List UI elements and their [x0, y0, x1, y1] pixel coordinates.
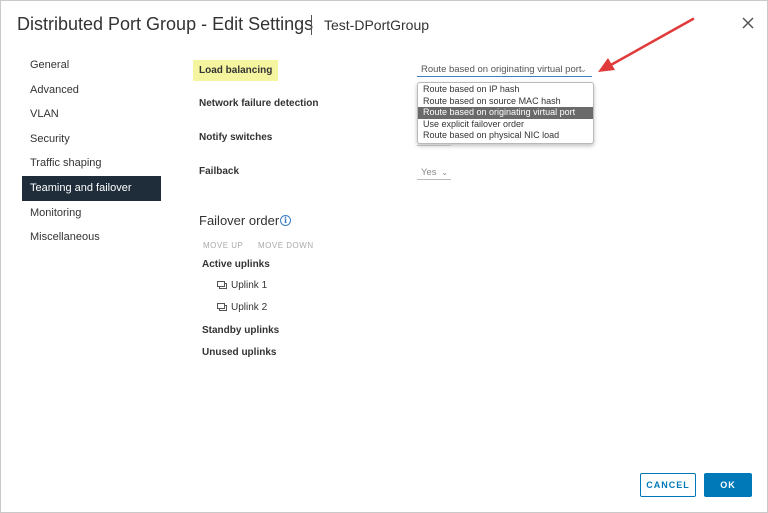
close-icon[interactable] — [741, 16, 755, 30]
nav-item-monitoring[interactable]: Monitoring — [22, 201, 161, 226]
title-separator — [311, 15, 312, 35]
load-balancing-label: Load balancing — [193, 60, 279, 81]
nav-item-advanced[interactable]: Advanced — [22, 78, 161, 103]
notify-switches-label: Notify switches — [199, 132, 273, 143]
dialog-title: Distributed Port Group - Edit Settings — [17, 14, 314, 34]
nav-item-traffic-shaping[interactable]: Traffic shaping — [22, 151, 161, 176]
uplink-label: Uplink 2 — [231, 302, 268, 313]
nav-item-miscellaneous[interactable]: Miscellaneous — [22, 225, 161, 250]
network-failure-detection-label: Network failure detection — [199, 98, 319, 109]
load-balancing-select[interactable]: Route based on originating virtual port … — [417, 62, 592, 77]
uplink-row[interactable]: Uplink 1 — [217, 280, 267, 291]
uplink-icon — [217, 281, 227, 289]
ok-button[interactable]: OK — [704, 473, 752, 497]
option-originating-virtual-port[interactable]: Route based on originating virtual port — [418, 107, 593, 119]
option-ip-hash[interactable]: Route based on IP hash — [418, 84, 593, 96]
info-icon[interactable] — [280, 215, 291, 226]
chevron-down-icon: ⌄ — [441, 168, 448, 177]
failover-order-title: Failover order — [199, 213, 280, 228]
uplink-icon — [217, 303, 227, 311]
move-up-button[interactable]: MOVE UP — [203, 241, 243, 250]
load-balancing-value: Route based on originating virtual port — [421, 64, 582, 75]
uplink-row[interactable]: Uplink 2 — [217, 302, 267, 313]
unused-uplinks-label: Unused uplinks — [202, 347, 277, 358]
dialog-subtitle: Test-DPortGroup — [324, 17, 430, 33]
option-explicit-failover-order[interactable]: Use explicit failover order — [418, 119, 593, 131]
option-physical-nic-load[interactable]: Route based on physical NIC load — [418, 130, 593, 142]
failback-label: Failback — [199, 166, 240, 177]
notify-switches-select-underline[interactable] — [417, 145, 451, 146]
chevron-down-icon: ⌄ — [579, 64, 587, 74]
nav-item-teaming-and-failover[interactable]: Teaming and failover — [22, 175, 161, 201]
failback-select[interactable]: Yes ⌄ — [417, 166, 451, 180]
failback-value: Yes — [421, 167, 437, 178]
nav-item-vlan[interactable]: VLAN — [22, 102, 161, 127]
load-balancing-dropdown: Route based on IP hash Route based on so… — [417, 82, 594, 144]
settings-nav: General Advanced VLAN Security Traffic s… — [22, 53, 161, 250]
standby-uplinks-label: Standby uplinks — [202, 325, 280, 336]
nav-item-security[interactable]: Security — [22, 127, 161, 152]
nav-item-general[interactable]: General — [22, 53, 161, 78]
uplink-label: Uplink 1 — [231, 280, 268, 291]
move-down-button[interactable]: MOVE DOWN — [258, 241, 314, 250]
active-uplinks-label: Active uplinks — [202, 259, 270, 270]
option-source-mac-hash[interactable]: Route based on source MAC hash — [418, 96, 593, 108]
cancel-button[interactable]: CANCEL — [640, 473, 696, 497]
edit-settings-dialog: Distributed Port Group - Edit Settings T… — [0, 0, 768, 513]
